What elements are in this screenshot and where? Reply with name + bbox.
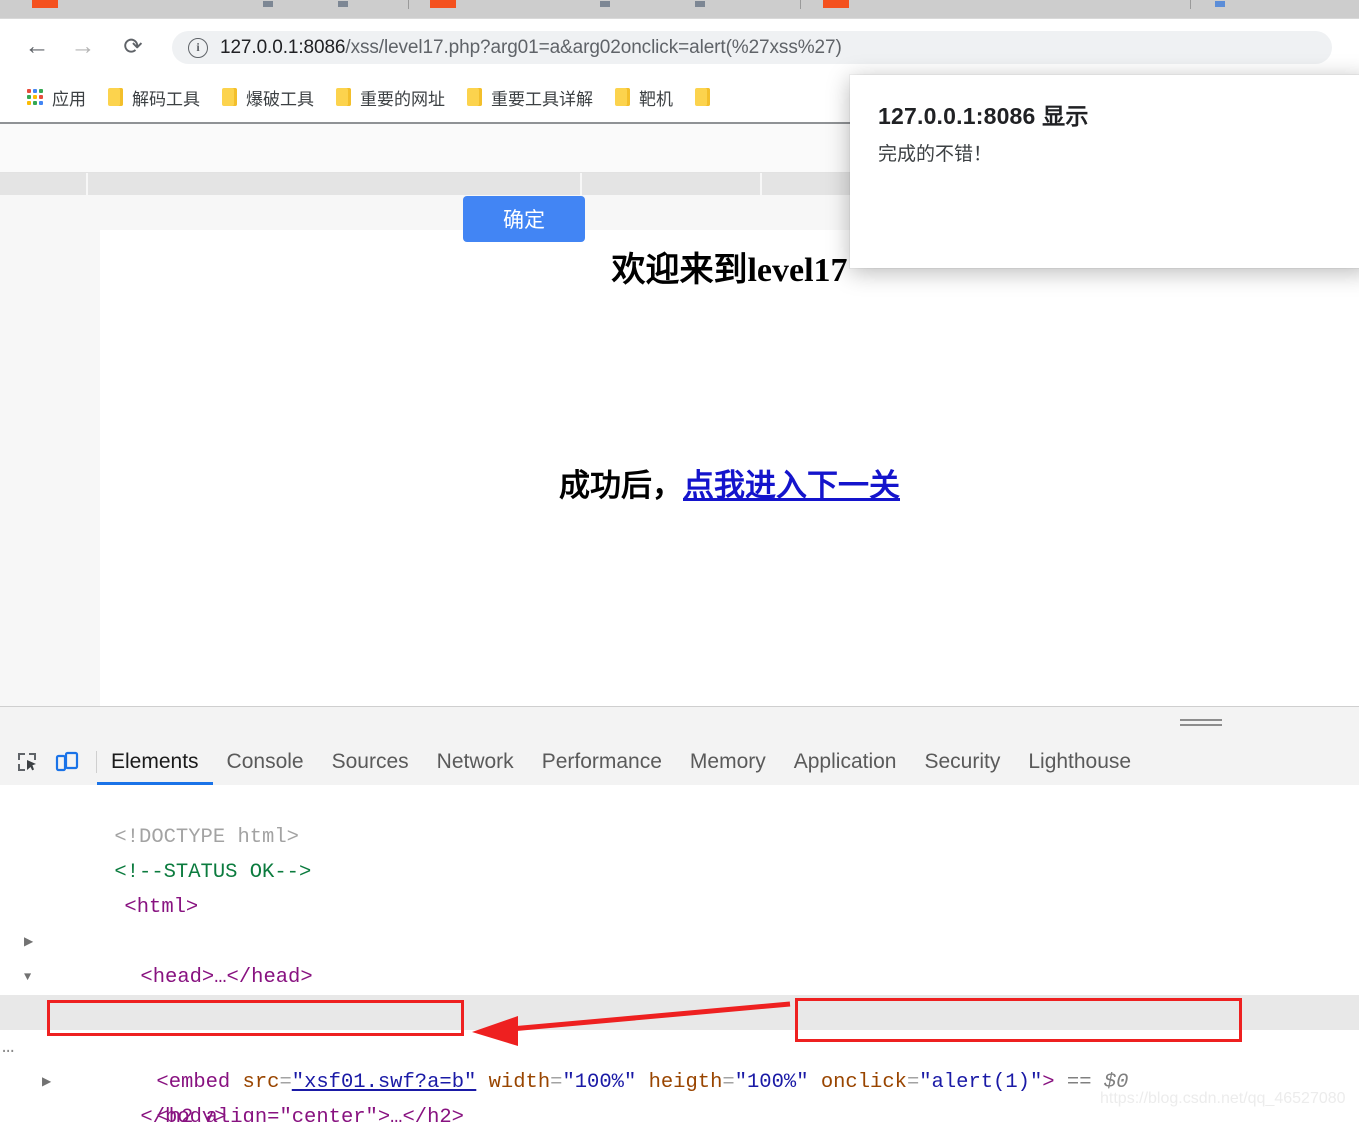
blue-icon: [600, 1, 610, 7]
tab-application[interactable]: Application: [780, 739, 911, 785]
orange-square-icon: [32, 0, 58, 8]
bookmark-folder-6[interactable]: [686, 80, 728, 114]
tab-memory[interactable]: Memory: [676, 739, 780, 785]
tab-sources[interactable]: Sources: [318, 739, 423, 785]
apps-grid-icon: [27, 89, 43, 105]
reload-icon: ⟳: [123, 32, 143, 59]
inspect-element-icon[interactable]: [14, 749, 40, 775]
divider: [1190, 0, 1191, 9]
javascript-alert-dialog: 127.0.0.1:8086 显示 完成的不错！: [850, 75, 1359, 268]
dom-line-html-open[interactable]: <html>: [0, 855, 1359, 919]
reload-button[interactable]: ⟳: [118, 31, 148, 61]
bookmark-folder-2[interactable]: 爆破工具: [213, 80, 323, 114]
divider: [800, 0, 801, 9]
bookmark-label: 应用: [52, 89, 86, 109]
folder-icon: [222, 88, 237, 106]
toolbar-segment[interactable]: [0, 173, 86, 195]
info-circle-icon[interactable]: i: [188, 37, 208, 58]
arrow-right-icon: →: [70, 31, 96, 60]
folder-icon: [108, 88, 123, 106]
blue-icon: [1215, 1, 1225, 7]
dom-tree: <!DOCTYPE html> <!--STATUS OK--> <html> …: [0, 785, 1359, 1122]
bookmark-folder-1[interactable]: 解码工具: [99, 80, 209, 114]
tab-network[interactable]: Network: [423, 739, 528, 785]
grey-icon: [263, 1, 273, 7]
bookmark-apps[interactable]: 应用: [18, 80, 95, 114]
address-bar[interactable]: i 127.0.0.1:8086/xss/level17.php?arg01=a…: [172, 31, 1332, 64]
alert-ok-button[interactable]: 确定: [463, 196, 585, 242]
toolbar-segment[interactable]: [582, 173, 760, 195]
folder-icon: [615, 88, 630, 106]
bookmark-label: 重要的网址: [360, 89, 445, 109]
bookmark-label: 爆破工具: [246, 89, 314, 109]
alert-message: 完成的不错！: [878, 144, 993, 165]
devtools-tabbar: Elements Console Sources Network Perform…: [0, 739, 1359, 786]
next-level-link[interactable]: 点我进入下一关: [683, 468, 900, 503]
bookmark-folder-4[interactable]: 重要工具详解: [458, 80, 602, 114]
os-taskbar-strip: [0, 0, 1359, 18]
forward-button[interactable]: →: [68, 31, 98, 61]
folder-icon: [467, 88, 482, 106]
tab-lighthouse[interactable]: Lighthouse: [1014, 739, 1145, 785]
rendered-page: 欢迎来到level17 成功后，点我进入下一关: [100, 230, 1359, 710]
bookmark-label: 靶机: [639, 89, 673, 109]
url-path: /xss/level17.php?arg01=a&arg02onclick=al…: [345, 36, 842, 58]
devtools-resize-bar[interactable]: [0, 707, 1359, 740]
bookmark-folder-3[interactable]: 重要的网址: [327, 80, 454, 114]
annotation-box-embed-src: [47, 1000, 464, 1036]
device-toolbar-icon[interactable]: [54, 749, 80, 775]
url-host: 127.0.0.1:8086: [220, 36, 346, 58]
divider: [408, 0, 409, 9]
watermark: https://blog.csdn.net/qq_46527080: [1100, 1090, 1346, 1107]
alert-title: 127.0.0.1:8086 显示: [878, 103, 1089, 129]
bookmark-folder-5[interactable]: 靶机: [606, 80, 682, 114]
dom-line-doctype[interactable]: <!DOCTYPE html>: [0, 785, 1359, 849]
bookmark-label: 重要工具详解: [491, 89, 593, 109]
page-subtitle: 成功后，点我进入下一关: [100, 460, 1359, 505]
back-button[interactable]: ←: [22, 31, 52, 61]
tab-security[interactable]: Security: [910, 739, 1014, 785]
tab-console[interactable]: Console: [213, 739, 318, 785]
success-prefix-text: 成功后，: [559, 468, 683, 503]
devtools-panel: Elements Console Sources Network Perform…: [0, 706, 1359, 1122]
orange-square-icon: [430, 0, 456, 8]
arrow-left-icon: ←: [24, 31, 50, 60]
dom-line-body-open[interactable]: <body>: [0, 925, 1359, 1024]
grey-icon: [695, 1, 705, 7]
dom-line-h1[interactable]: <h1 align="center">欢迎来到level17</h1>: [0, 960, 1359, 1024]
tab-elements[interactable]: Elements: [97, 739, 213, 785]
annotation-box-onclick: [795, 998, 1242, 1042]
drag-handle-icon[interactable]: [1180, 719, 1222, 726]
folder-icon: [336, 88, 351, 106]
tab-performance[interactable]: Performance: [528, 739, 676, 785]
address-bar-url: 127.0.0.1:8086/xss/level17.php?arg01=a&a…: [220, 37, 842, 59]
dom-line-comment[interactable]: <!--STATUS OK-->: [0, 820, 1359, 884]
dom-line-head[interactable]: <head>…</head>: [0, 890, 1359, 989]
navigation-bar: ← → ⟳ i 127.0.0.1:8086/xss/level17.php?a…: [0, 19, 1359, 71]
screen: ← → ⟳ i 127.0.0.1:8086/xss/level17.php?a…: [0, 0, 1359, 1122]
bookmark-label: 解码工具: [132, 89, 200, 109]
grey-icon: [338, 1, 348, 7]
toolbar-segment[interactable]: [88, 173, 580, 195]
folder-icon: [695, 88, 710, 106]
orange-square-icon: [823, 0, 849, 8]
